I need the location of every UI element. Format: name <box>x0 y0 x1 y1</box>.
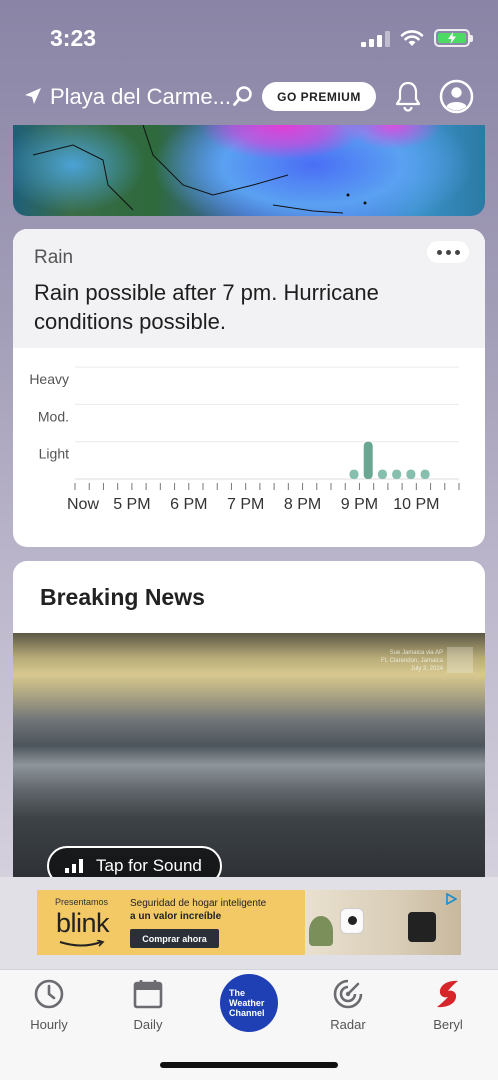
ad-brand: blink <box>56 908 110 938</box>
chart-bar <box>392 469 402 479</box>
chart-x-label: 8 PM <box>284 496 321 513</box>
ad-choices-icon[interactable] <box>445 893 457 905</box>
tab-storm-label: Beryl <box>433 1017 463 1032</box>
radar-map[interactable] <box>13 125 485 216</box>
video-credit: Sue Jamaica via AP Ft. Clarendon, Jamaic… <box>380 650 443 672</box>
chart-bar <box>377 469 387 479</box>
news-video[interactable]: Sue Jamaica via AP Ft. Clarendon, Jamaic… <box>13 633 485 877</box>
sound-label: Tap for Sound <box>96 856 202 875</box>
location-name[interactable]: Playa del Carme... <box>50 84 231 110</box>
chart-bar <box>349 469 359 479</box>
video-watermark <box>447 647 473 673</box>
account-icon[interactable] <box>439 79 474 114</box>
ad-banner[interactable]: Presentamos blink Seguridad de hogar int… <box>37 890 461 955</box>
rain-card[interactable]: Rain Rain possible after 7 pm. Hurricane… <box>13 229 485 547</box>
tab-daily[interactable]: Daily <box>108 978 188 1032</box>
ad-outdoor-camera-image <box>408 912 436 942</box>
ad-plant-image <box>309 916 333 946</box>
tap-for-sound-button[interactable]: Tap for Sound <box>47 846 222 877</box>
hurricane-icon <box>437 980 458 1008</box>
location-arrow-icon[interactable] <box>24 87 42 105</box>
breaking-news-card[interactable]: Breaking News Sue Jamaica via AP Ft. Cla… <box>13 561 485 877</box>
tab-daily-label: Daily <box>133 1017 163 1032</box>
volume-bars-icon <box>65 859 83 873</box>
battery-charging-icon <box>434 29 473 47</box>
logo-text: The Weather Channel <box>229 988 265 1018</box>
weather-channel-logo-button[interactable]: The Weather Channel <box>220 974 278 1032</box>
chart-x-label: Now <box>67 496 99 513</box>
header: Playa del Carme... GO PREMIUM <box>0 78 498 118</box>
chart-x-label: 5 PM <box>113 496 150 513</box>
chart-bar <box>420 469 430 479</box>
more-options-button[interactable] <box>427 241 469 263</box>
ad-cta-button[interactable]: Comprar ahora <box>130 929 219 948</box>
rain-card-title: Rain <box>34 247 74 268</box>
home-indicator[interactable] <box>160 1062 338 1068</box>
chart-y-label: Heavy <box>29 371 69 387</box>
amazon-smile-icon <box>59 940 105 947</box>
ad-subheadline: a un valor increíble <box>130 911 222 922</box>
chart-x-label: 10 PM <box>393 496 439 513</box>
search-icon[interactable] <box>232 85 254 107</box>
go-premium-button[interactable]: GO PREMIUM <box>262 82 376 111</box>
chart-bar <box>363 441 373 479</box>
wifi-icon <box>400 30 424 46</box>
rain-description: Rain possible after 7 pm. Hurricane cond… <box>34 280 379 334</box>
chart-y-label: Light <box>39 446 69 462</box>
chart-x-label: 7 PM <box>227 496 264 513</box>
status-time: 3:23 <box>50 25 97 51</box>
tab-hourly-label: Hourly <box>30 1017 68 1032</box>
status-bar: 3:23 <box>0 0 498 78</box>
tab-hourly[interactable]: Hourly <box>9 978 89 1032</box>
status-icons <box>361 29 473 47</box>
cellular-signal-icon <box>361 30 390 47</box>
rain-chart: Heavy Mod. Light Now 5 PM 6 PM 7 PM 8 PM 9 PM 10 … <box>29 366 460 513</box>
ad-headline: Seguridad de hogar inteligente <box>130 898 267 909</box>
ad-indoor-camera-image <box>340 908 364 934</box>
tab-radar-label: Radar <box>330 1017 366 1032</box>
chart-x-label: 9 PM <box>341 496 378 513</box>
ad-presentamos: Presentamos <box>55 897 109 907</box>
tab-storm[interactable]: Beryl <box>408 978 488 1032</box>
clock-icon <box>34 979 64 1009</box>
chart-x-label: 6 PM <box>170 496 207 513</box>
radar-icon <box>333 979 363 1009</box>
tab-radar[interactable]: Radar <box>308 978 388 1032</box>
chart-bar <box>406 469 416 479</box>
news-title: Breaking News <box>40 584 205 610</box>
bell-icon[interactable] <box>394 80 422 112</box>
chart-y-label: Mod. <box>38 408 69 424</box>
calendar-icon <box>133 980 163 1009</box>
rain-card-header: Rain Rain possible after 7 pm. Hurricane… <box>13 229 485 348</box>
map-borders <box>32 125 367 214</box>
